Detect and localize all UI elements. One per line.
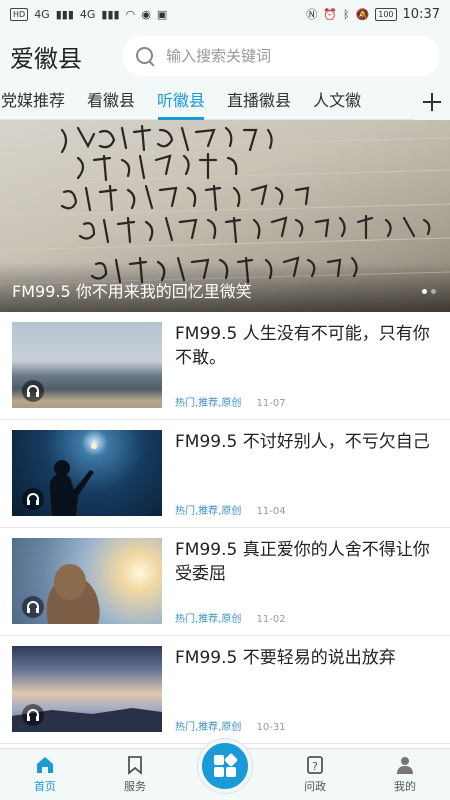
nav-home[interactable]: 首页 [0, 748, 90, 800]
status-left: HD 4G ▮▮▮ 4G ▮▮▮ ◠ ◉ ▣ [10, 7, 168, 21]
app-title: 爱徽县 [10, 44, 82, 73]
article-info: FM99.5 真正爱你的人舍不得让你受委屈 热门,推荐,原创 11-02 [175, 538, 438, 625]
status-bar: HD 4G ▮▮▮ 4G ▮▮▮ ◠ ◉ ▣ Ⓝ ⏰ ᛒ 🔕 100 10:37 [0, 0, 450, 28]
user-icon [397, 757, 413, 774]
search-bar[interactable] [122, 36, 440, 76]
mute-icon: 🔕 [355, 7, 370, 21]
list-item[interactable]: FM99.5 真正爱你的人舍不得让你受委屈 热门,推荐,原创 11-02 [0, 528, 450, 636]
app-header: 爱徽县 [0, 28, 450, 84]
article-tags: 热门,推荐,原创 [175, 506, 242, 517]
apps-button[interactable] [198, 739, 252, 793]
bluetooth-icon: ᛒ [342, 7, 350, 21]
article-date: 11-07 [256, 398, 286, 409]
banner-caption: FM99.5 你不用来我的回忆里微笑 [12, 282, 252, 301]
article-title: FM99.5 人生没有不可能，只有你不敢。 [175, 324, 430, 368]
tab-listen[interactable]: 听徽县 [146, 84, 216, 120]
tab-party-media[interactable]: 党媒推荐 [0, 84, 76, 120]
add-channel-icon[interactable] [414, 83, 450, 120]
clock-time: 10:37 [402, 6, 440, 22]
tab-live[interactable]: 直播徽县 [216, 84, 302, 120]
eye-icon: ◉ [141, 7, 151, 21]
apps-icon [226, 767, 236, 777]
home-icon [37, 757, 53, 773]
carousel-dot-active [422, 289, 427, 294]
list-item[interactable]: FM99.5 不讨好别人，不亏欠自己 热门,推荐,原创 11-04 [0, 420, 450, 528]
nav-politics[interactable]: ? 问政 [270, 748, 360, 800]
question-icon: ? [307, 756, 323, 774]
article-title: FM99.5 不要轻易的说出放弃 [175, 648, 396, 668]
article-list: FM99.5 人生没有不可能，只有你不敢。 热门,推荐,原创 11-07 FM9… [0, 312, 450, 748]
svg-text:?: ? [312, 760, 318, 773]
nav-politics-label: 问政 [304, 780, 326, 793]
nfc-icon: Ⓝ [306, 8, 318, 21]
search-icon [134, 45, 156, 67]
article-date: 11-04 [256, 506, 286, 517]
article-date: 11-02 [256, 614, 286, 625]
wifi-icon: ◠ [125, 7, 136, 21]
picture-icon: ▣ [156, 7, 168, 21]
article-info: FM99.5 人生没有不可能，只有你不敢。 热门,推荐,原创 11-07 [175, 322, 438, 409]
article-thumbnail [12, 322, 162, 408]
article-meta: 热门,推荐,原创 11-02 [175, 610, 438, 625]
tab-culture[interactable]: 人文徽 [302, 84, 372, 120]
headphone-icon [22, 380, 44, 402]
carousel-dot [431, 289, 436, 294]
apps-icon [214, 767, 224, 777]
apps-icon [223, 752, 239, 768]
carousel-dots [422, 289, 436, 294]
article-meta: 热门,推荐,原创 11-07 [175, 394, 438, 409]
signal-2-label: 4G [79, 7, 96, 21]
apps-icon [214, 755, 224, 765]
headphone-icon [22, 596, 44, 618]
article-date: 10-31 [256, 722, 286, 733]
signal-1-label: 4G [34, 7, 50, 21]
signal-bars-icon: ▮▮▮ [101, 7, 120, 21]
nav-service[interactable]: 服务 [90, 748, 180, 800]
article-thumbnail [12, 646, 162, 732]
article-thumbnail [12, 538, 162, 624]
nav-home-label: 首页 [34, 780, 56, 793]
channel-tabs: 党媒推荐 看徽县 听徽县 直播徽县 人文徽 [0, 83, 450, 120]
battery-icon: 100 [375, 7, 397, 21]
alarm-icon: ⏰ [323, 7, 337, 21]
nav-service-label: 服务 [124, 780, 146, 793]
status-right: Ⓝ ⏰ ᛒ 🔕 100 10:37 [306, 6, 440, 22]
headphone-icon [22, 488, 44, 510]
article-info: FM99.5 不要轻易的说出放弃 热门,推荐,原创 10-31 [175, 646, 438, 733]
nav-mine[interactable]: 我的 [360, 748, 450, 800]
article-tags: 热门,推荐,原创 [175, 398, 242, 409]
article-info: FM99.5 不讨好别人，不亏欠自己 热门,推荐,原创 11-04 [175, 430, 438, 517]
search-input[interactable] [166, 47, 428, 65]
article-title: FM99.5 真正爱你的人舍不得让你受委屈 [175, 540, 430, 584]
bookmark-icon [128, 756, 142, 775]
list-item[interactable]: FM99.5 不要轻易的说出放弃 热门,推荐,原创 10-31 [0, 636, 450, 744]
headphone-icon [22, 704, 44, 726]
article-title: FM99.5 不讨好别人，不亏欠自己 [175, 432, 430, 452]
tab-scroll: 党媒推荐 看徽县 听徽县 直播徽县 人文徽 [0, 84, 414, 120]
bottom-nav: 首页 服务 ? 问政 我的 [0, 739, 450, 800]
tab-watch[interactable]: 看徽县 [76, 84, 146, 120]
nav-mine-label: 我的 [394, 780, 416, 793]
hd-indicator: HD [10, 7, 29, 21]
signal-bars-icon: ▮▮▮ [55, 7, 74, 21]
article-thumbnail [12, 430, 162, 516]
list-item[interactable]: FM99.5 人生没有不可能，只有你不敢。 热门,推荐,原创 11-07 [0, 312, 450, 420]
article-meta: 热门,推荐,原创 10-31 [175, 718, 438, 733]
article-tags: 热门,推荐,原创 [175, 722, 242, 733]
article-tags: 热门,推荐,原创 [175, 614, 242, 625]
article-meta: 热门,推荐,原创 11-04 [175, 502, 438, 517]
banner-carousel[interactable]: FM99.5 你不用来我的回忆里微笑 [0, 120, 450, 312]
